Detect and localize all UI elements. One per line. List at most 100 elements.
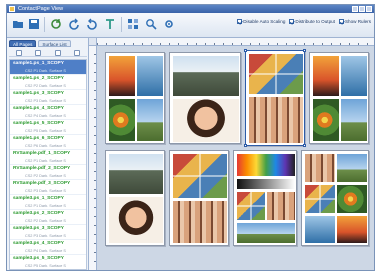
photo: [137, 56, 163, 96]
vertical-ruler: [89, 46, 97, 270]
window-controls: [352, 6, 372, 12]
photo: [109, 56, 135, 96]
file-name: sample3.ps_4_SCOPY: [13, 241, 64, 246]
text-button[interactable]: [103, 17, 117, 31]
resize-handle[interactable]: [244, 49, 247, 52]
list-item[interactable]: sample3.ps_3_SCOPY CS2 P3 Dark. Surface S: [10, 225, 86, 240]
page-thumbnail[interactable]: [105, 150, 165, 246]
file-name: RVSample.pdf_2_SCOPY: [13, 166, 71, 171]
page-thumbnail[interactable]: [233, 150, 297, 246]
list-item[interactable]: sample3.ps_1_SCOPY CS2 P1 Dark. Surface S: [10, 195, 86, 210]
maximize-button[interactable]: [359, 6, 365, 12]
layout-button[interactable]: [126, 17, 140, 31]
color-bar: [237, 154, 295, 176]
photo: [109, 154, 163, 194]
layout-icon: [128, 19, 138, 29]
file-info: CS2 P4 Dark. Surface S: [25, 249, 66, 253]
remove-icon[interactable]: [35, 49, 42, 56]
file-name: sample1.ps_4_SCOPY: [13, 106, 64, 111]
app-icon: [9, 6, 15, 12]
open-icon: [13, 21, 23, 28]
layout-canvas[interactable]: [97, 46, 374, 270]
photo: [237, 192, 265, 220]
close-button[interactable]: [366, 6, 372, 12]
refresh-icon: [51, 19, 61, 29]
list-item[interactable]: sample1.ps_3_SCOPY CS2 P3 Dark. Surface S: [10, 90, 86, 105]
rotate-left-button[interactable]: [67, 17, 81, 31]
list-item[interactable]: RVSample.pdf_1_SCOPY CS2 P1 Dark. Surface…: [10, 150, 86, 165]
file-info: CS2 P3 Dark. Surface S: [25, 189, 66, 193]
move-down-icon[interactable]: [74, 49, 81, 56]
sidebar-tools: [9, 49, 87, 57]
page-list[interactable]: sample1.ps_1_SCOPY CS2 P1 Dark. Surface S…: [9, 59, 87, 270]
file-info: CS2 P1 Dark. Surface S: [25, 69, 66, 73]
list-item[interactable]: sample3.ps_4_SCOPY CS2 P4 Dark. Surface S: [10, 240, 86, 255]
show-rulers-checkbox[interactable]: Show Rulers: [338, 19, 371, 24]
minimize-button[interactable]: [352, 6, 358, 12]
photo: [305, 154, 335, 182]
view-options: Disable Auto Scaling Distribute to Outpu…: [237, 19, 371, 24]
list-item[interactable]: sample3.ps_5_SCOPY CS2 P5 Dark. Surface S: [10, 255, 86, 269]
checkbox-checked-icon: [289, 19, 295, 24]
photo: [237, 223, 295, 243]
open-button[interactable]: [11, 17, 25, 31]
page-thumbnail[interactable]: [105, 52, 165, 144]
photo: [341, 56, 367, 96]
list-item[interactable]: sample1.ps_5_SCOPY CS2 P5 Dark. Surface S: [10, 120, 86, 135]
tab-all-pages[interactable]: All Pages: [9, 40, 37, 47]
page-thumbnail-selected[interactable]: [244, 49, 306, 147]
tab-surface-list[interactable]: Surface List: [38, 40, 71, 47]
refresh-button[interactable]: [49, 17, 63, 31]
page-thumbnail[interactable]: [169, 150, 229, 246]
photo: [337, 185, 367, 213]
settings-icon: [165, 20, 173, 28]
photo: [173, 154, 227, 198]
file-name: sample3.ps_3_SCOPY: [13, 226, 64, 231]
title-bar: ContactPage View: [7, 5, 374, 13]
list-item[interactable]: RVSample.pdf_3_SCOPY CS2 P3 Dark. Surface…: [10, 180, 86, 195]
photo: [313, 99, 339, 141]
resize-handle[interactable]: [244, 144, 247, 147]
list-item[interactable]: sample1.ps_2_SCOPY CS2 P2 Dark. Surface S: [10, 75, 86, 90]
file-info: CS2 P1 Dark. Surface S: [25, 204, 66, 208]
list-item[interactable]: sample3.ps_2_SCOPY CS2 P2 Dark. Surface S: [10, 210, 86, 225]
checkbox-label: Show Rulers: [344, 19, 371, 24]
ruler-corner: [89, 38, 97, 46]
page-thumbnail[interactable]: [301, 150, 369, 246]
save-button[interactable]: [27, 17, 41, 31]
zoom-button[interactable]: [144, 17, 158, 31]
photo: [249, 97, 303, 143]
distribute-to-output-checkbox[interactable]: Distribute to Output: [289, 19, 335, 24]
app-window: ContactPage View Disable Auto Scaling Di…: [6, 4, 375, 271]
add-icon[interactable]: [15, 49, 22, 56]
page-thumbnail[interactable]: [309, 52, 369, 144]
page-thumbnail[interactable]: [169, 52, 241, 144]
resize-handle[interactable]: [303, 49, 306, 52]
photo: [109, 99, 135, 141]
file-info: CS2 P6 Dark. Surface S: [25, 144, 66, 148]
zoom-icon: [146, 19, 157, 30]
photo: [341, 99, 367, 141]
file-name: RVSample.pdf_1_SCOPY: [13, 151, 71, 156]
disable-auto-scaling-checkbox[interactable]: Disable Auto Scaling: [237, 19, 285, 24]
list-item[interactable]: sample1.ps_6_SCOPY CS2 P6 Dark. Surface S: [10, 135, 86, 150]
list-item[interactable]: sample1.ps_4_SCOPY CS2 P4 Dark. Surface S: [10, 105, 86, 120]
rotate-right-icon: [87, 18, 97, 30]
file-info: CS2 P5 Dark. Surface S: [25, 129, 66, 133]
file-info: CS2 P2 Dark. Surface S: [25, 84, 66, 88]
resize-handle[interactable]: [303, 144, 306, 147]
window-title: ContactPage View: [18, 6, 64, 12]
list-item[interactable]: RVSample.pdf_2_SCOPY CS2 P2 Dark. Surface…: [10, 165, 86, 180]
file-name: sample3.ps_1_SCOPY: [13, 196, 64, 201]
file-info: CS2 P4 Dark. Surface S: [25, 114, 66, 118]
text-icon: [106, 19, 114, 29]
checkbox-label: Disable Auto Scaling: [243, 19, 286, 24]
list-item[interactable]: sample1.ps_1_SCOPY CS2 P1 Dark. Surface S: [10, 60, 86, 75]
settings-button[interactable]: [162, 17, 176, 31]
rotate-right-button[interactable]: [85, 17, 99, 31]
file-info: CS2 P1 Dark. Surface S: [25, 159, 66, 163]
photo: [305, 185, 335, 213]
move-up-icon[interactable]: [54, 49, 61, 56]
rotate-left-icon: [69, 18, 79, 30]
toolbar-separator: [121, 17, 122, 32]
